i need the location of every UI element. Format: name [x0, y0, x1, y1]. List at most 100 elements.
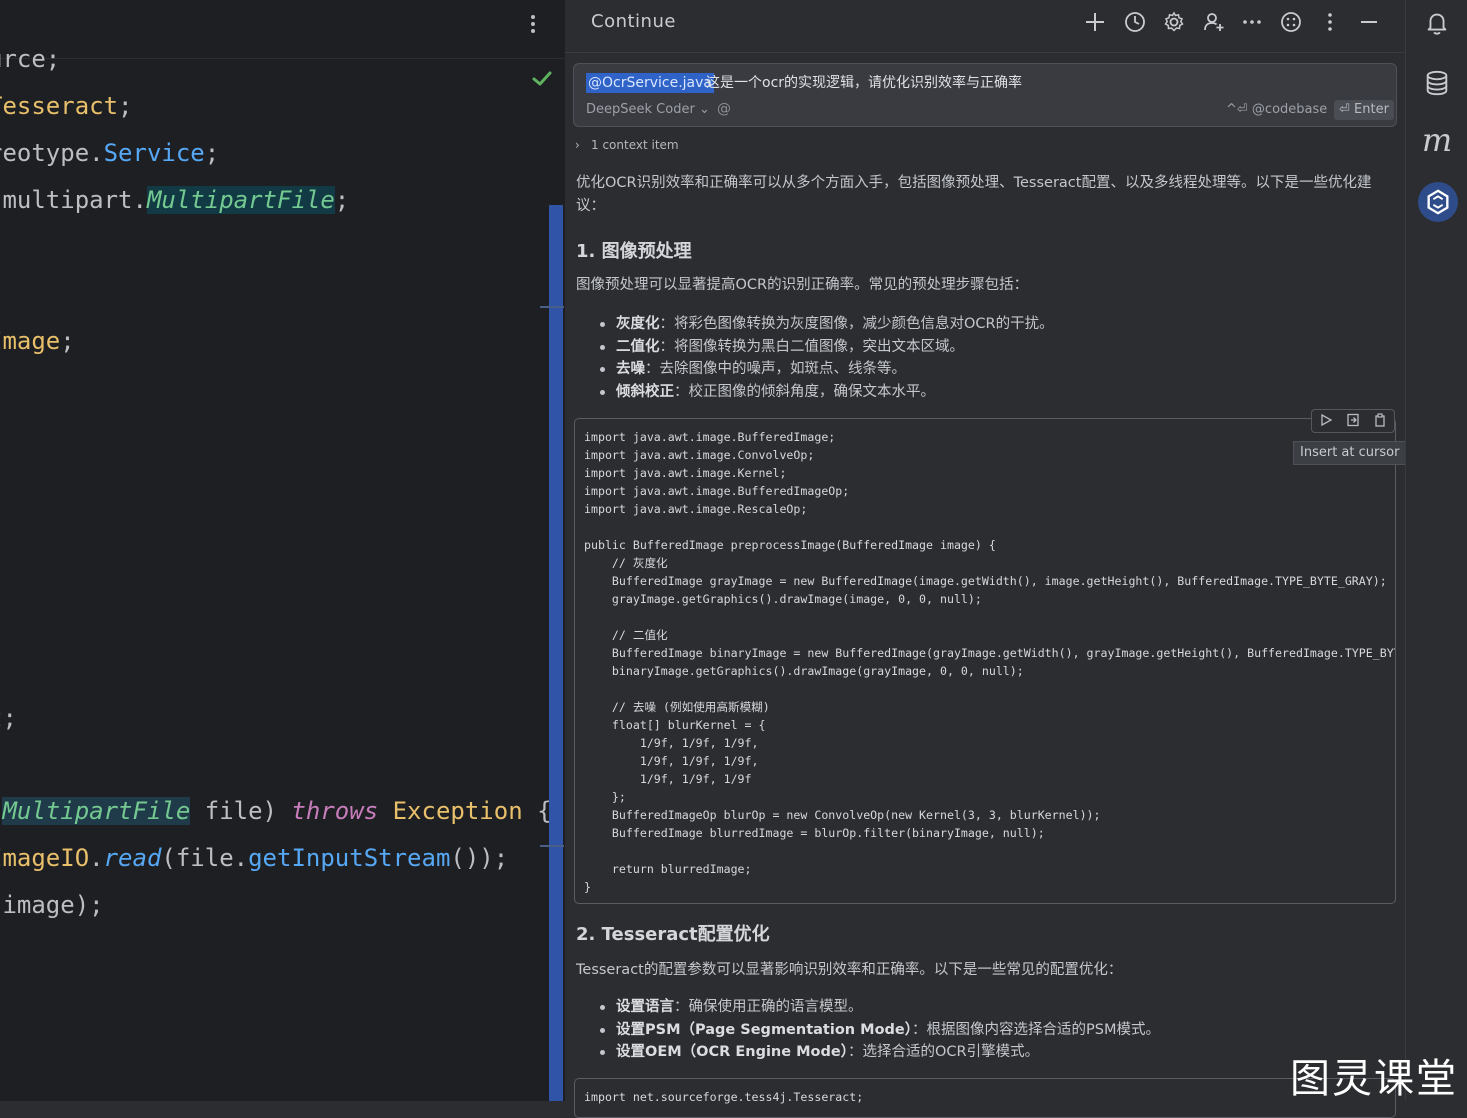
- panel-title: Continue: [591, 11, 676, 32]
- chevron-right-icon: ›: [575, 138, 580, 152]
- code-token: MultipartFile: [146, 186, 335, 214]
- code-editor[interactable]: urce;Tesseract;reotype.Service;.multipar…: [0, 0, 565, 1101]
- code-line[interactable]: .multipart.MultipartFile;: [0, 185, 349, 215]
- bell-icon[interactable]: [1422, 8, 1452, 38]
- section-description: 图像预处理可以显著提高OCR的识别正确率。常见的预处理步骤包括：: [576, 277, 1029, 293]
- context-items-toggle[interactable]: › 1 context item: [575, 138, 679, 152]
- minimize-icon[interactable]: [1355, 8, 1383, 36]
- list-item-text: ：根据图像内容选择合适的PSM模式。: [912, 1021, 1160, 1038]
- code-token: t;: [0, 704, 17, 732]
- code-token: Service: [103, 139, 205, 167]
- list-item-text: ：校正图像的倾斜角度，确保文本水平。: [674, 383, 935, 400]
- code-token: (image);: [0, 891, 104, 919]
- code-block[interactable]: import net.sourceforge.tess4j.Tesseract;: [574, 1078, 1396, 1118]
- code-line[interactable]: (image);: [0, 890, 104, 920]
- code-token: getInputStream: [248, 844, 451, 872]
- m-icon[interactable]: m: [1422, 121, 1452, 159]
- list-item-term: 设置OEM（OCR Engine Mode）: [616, 1044, 848, 1061]
- list-item-term: 灰度化: [616, 316, 660, 332]
- list-item: 二值化：将图像转换为黑白二值图像，突出文本区域。: [598, 336, 1054, 359]
- code-block-content[interactable]: import java.awt.image.BufferedImage; imp…: [575, 419, 1395, 896]
- list-item-term: 二值化: [616, 338, 660, 355]
- code-token: {: [522, 797, 552, 825]
- editor-more-vertical-icon[interactable]: [523, 10, 543, 38]
- gear-icon[interactable]: [1160, 8, 1188, 36]
- plus-icon[interactable]: [1081, 8, 1109, 36]
- stripe-marker: [540, 845, 564, 847]
- stripe-marker: [540, 306, 564, 308]
- code-token: reotype.: [0, 139, 104, 167]
- chevron-down-icon: ⌄: [698, 102, 710, 117]
- code-token: Exception: [392, 797, 523, 825]
- user-add-icon[interactable]: [1200, 8, 1228, 36]
- check-icon: [531, 68, 553, 90]
- at-icon[interactable]: @: [717, 101, 731, 117]
- insert-icon[interactable]: [1346, 412, 1360, 431]
- list-item-text: ：去除图像中的噪声，如斑点、线条等。: [645, 361, 906, 378]
- list-item: 设置语言：确保使用正确的语言模型。: [598, 996, 1160, 1019]
- editor-header: [0, 0, 565, 59]
- section-heading: 1. 图像预处理: [576, 241, 692, 262]
- code-block-content[interactable]: import net.sourceforge.tess4j.Tesseract;: [575, 1079, 1395, 1106]
- code-token: read: [103, 844, 162, 872]
- code-block[interactable]: import java.awt.image.BufferedImage; imp…: [574, 418, 1396, 904]
- code-line[interactable]: (MultipartFile file) throws Exception {: [0, 796, 552, 826]
- code-token: ImageIO: [0, 844, 90, 872]
- code-token: Tesseract: [0, 92, 119, 120]
- model-select[interactable]: DeepSeek Coder ⌄: [586, 102, 710, 117]
- enter-button[interactable]: ⏎ Enter: [1334, 100, 1394, 120]
- tooltip: Insert at cursor: [1293, 441, 1407, 465]
- context-items-label: 1 context item: [591, 138, 679, 152]
- list-item-text: ：确保使用正确的语言模型。: [674, 999, 863, 1015]
- code-token: ;: [118, 92, 133, 120]
- code-token: throws: [291, 797, 379, 825]
- bullet-list: 设置语言：确保使用正确的语言模型。设置PSM（Page Segmentation…: [598, 996, 1160, 1064]
- right-tool-strip: m: [1405, 0, 1467, 1101]
- editor-scrollbar[interactable]: [549, 205, 563, 1101]
- list-item-text: ：将彩色图像转换为灰度图像，减少颜色信息对OCR的干扰。: [659, 316, 1054, 332]
- database-icon[interactable]: [1422, 68, 1452, 98]
- code-token: .multipart.: [0, 186, 147, 214]
- list-item: 灰度化：将彩色图像转换为灰度图像，减少颜色信息对OCR的干扰。: [598, 313, 1054, 336]
- code-line[interactable]: t;: [0, 703, 17, 733]
- code-line[interactable]: reotype.Service;: [0, 138, 219, 168]
- code-token: Image: [0, 327, 61, 355]
- list-item: 去噪：去除图像中的噪声，如斑点、线条等。: [598, 358, 1054, 381]
- file-mention-chip[interactable]: @OcrService.java: [586, 73, 714, 93]
- continue-panel: Continue @OcrService.java 这是一个ocr的实现逻辑，请…: [565, 0, 1405, 1118]
- code-token: ;: [334, 186, 350, 214]
- code-token: ;: [204, 139, 220, 167]
- m-icon-letter: m: [1421, 121, 1453, 159]
- code-line[interactable]: Image;: [0, 326, 75, 356]
- code-token: urce;: [0, 45, 61, 73]
- code-token: MultipartFile: [2, 797, 191, 825]
- list-item-text: ：选择合适的OCR引擎模式。: [847, 1044, 1040, 1061]
- code-token: (file.: [161, 844, 249, 872]
- list-item-term: 设置语言: [616, 999, 674, 1015]
- watermark: 图灵课堂: [1290, 1056, 1458, 1102]
- response-intro: 优化OCR识别效率和正确率可以从多个方面入手，包括图像预处理、Tesseract…: [576, 175, 1372, 214]
- code-token: ());: [450, 844, 509, 872]
- more-vertical-icon[interactable]: [1316, 8, 1344, 36]
- chat-input-box[interactable]: @OcrService.java 这是一个ocr的实现逻辑，请优化识别效率与正确…: [573, 63, 1397, 127]
- list-item-term: 倾斜校正: [616, 383, 674, 400]
- list-item-text: ：将图像转换为黑白二值图像，突出文本区域。: [659, 338, 965, 355]
- panel-divider: [565, 52, 1405, 53]
- code-line[interactable]: Tesseract;: [0, 91, 133, 121]
- bullet-list: 灰度化：将彩色图像转换为灰度图像，减少颜色信息对OCR的干扰。 二值化：将图像转换…: [598, 313, 1054, 403]
- play-icon[interactable]: [1319, 412, 1333, 431]
- chat-input-text[interactable]: 这是一个ocr的实现逻辑，请优化识别效率与正确率: [706, 73, 1022, 93]
- continue-logo-icon[interactable]: [1418, 182, 1458, 222]
- code-line[interactable]: urce;: [0, 44, 60, 74]
- codebase-shortcut-hint[interactable]: ^⏎ @codebase: [1226, 102, 1327, 117]
- code-line[interactable]: ImageIO.read(file.getInputStream());: [0, 843, 508, 873]
- history-icon[interactable]: [1121, 8, 1149, 36]
- face-icon[interactable]: [1277, 8, 1305, 36]
- more-horizontal-icon[interactable]: [1238, 8, 1266, 36]
- copy-icon[interactable]: [1373, 412, 1387, 431]
- list-item-term: 设置PSM（Page Segmentation Mode）: [616, 1021, 913, 1038]
- list-item: 设置OEM（OCR Engine Mode）：选择合适的OCR引擎模式。: [598, 1041, 1160, 1064]
- list-item: 倾斜校正：校正图像的倾斜角度，确保文本水平。: [598, 381, 1054, 404]
- code-block-actions: [1311, 409, 1395, 433]
